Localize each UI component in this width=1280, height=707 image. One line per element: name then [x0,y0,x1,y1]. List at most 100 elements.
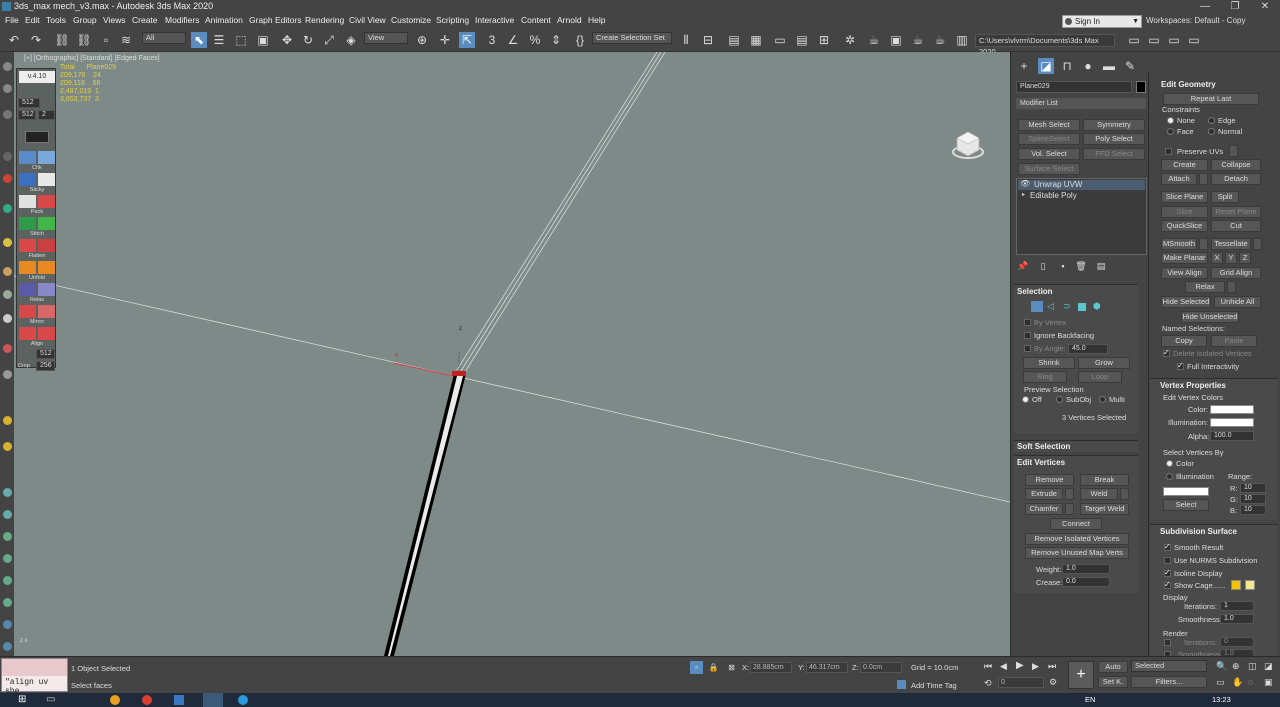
chrome-icon[interactable] [142,695,152,705]
redo-icon[interactable]: ↷ [28,32,44,48]
soft-selection-rollout[interactable]: Soft Selection [1014,440,1138,452]
mesh-select-button[interactable]: Mesh Select [1018,119,1080,131]
texture-size-field-2[interactable]: 512 [18,110,36,120]
msmooth-settings-button[interactable] [1199,238,1208,250]
repeat-last-button[interactable]: Repeat Last [1163,93,1259,105]
range-g-field[interactable]: 10 [1240,494,1266,504]
polygon-mode-icon[interactable] [1078,303,1086,311]
cut-button[interactable]: Cut [1211,220,1261,232]
minimize-button[interactable]: — [1190,0,1220,14]
tool-dot-icon[interactable] [3,576,12,585]
render-online-icon[interactable]: ▥ [954,32,970,48]
split-button[interactable]: Split [1211,191,1239,203]
render-iterations-field[interactable]: 0 [1220,637,1254,647]
tool-dot-icon[interactable] [3,598,12,607]
menu-scripting[interactable]: Scripting [436,15,469,25]
chamfer-button[interactable]: Chamfer [1025,503,1063,515]
goto-start-icon[interactable]: ⏮ [984,661,992,672]
zoom-extents-all-icon[interactable]: ◪ [1264,661,1273,672]
relax-settings-button[interactable] [1227,281,1236,293]
viewport-orthographic[interactable]: z x [+] [Orthographic] [Standard] [Edged… [14,52,1010,656]
hide-unselected-button[interactable]: Hide Unselected [1181,311,1239,323]
attach-button[interactable]: Attach [1161,173,1197,185]
pack-uv-icon[interactable] [19,305,36,318]
tool-dot-icon[interactable] [3,62,12,71]
vertex-properties-title[interactable]: Vertex Properties [1160,381,1226,390]
material-editor-icon[interactable]: ✲ [842,32,858,48]
edit-vertices-title[interactable]: Edit Vertices [1017,458,1065,467]
set-key-icon[interactable]: + [1068,661,1094,689]
bind-space-warp-icon[interactable]: ▫ [98,32,114,48]
preview-off-radio[interactable] [1022,396,1029,403]
z-coordinate-field[interactable]: 0.0cm [860,662,902,673]
remove-unused-map-verts-button[interactable]: Remove Unused Map Verts [1025,547,1129,559]
unfold-icon[interactable] [38,217,55,230]
tool-dot-icon[interactable] [3,84,12,93]
taskbar-app-icon[interactable] [110,695,120,705]
taskbar-app-icon[interactable] [174,695,184,705]
padding-field[interactable]: 2 [38,110,55,120]
mirror-uv-icon[interactable] [19,283,36,296]
vol-select-button[interactable]: Vol. Select [1018,148,1080,160]
menu-arnold[interactable]: Arnold [557,15,582,25]
uv-3d-icon[interactable] [38,173,55,186]
select-by-illumination-radio[interactable] [1166,473,1173,480]
field-of-view-icon[interactable]: ▭ [1216,677,1225,688]
time-config-icon[interactable]: ⚙ [1049,677,1057,688]
constraint-face-radio[interactable] [1167,128,1174,135]
collapse-button[interactable]: Collapse [1211,159,1261,171]
object-color-swatch[interactable] [1136,81,1146,93]
rotate-uv-icon[interactable] [19,261,36,274]
isolate-selection-icon[interactable]: ▫ [690,661,703,674]
tool-dot-icon[interactable] [3,642,12,651]
menu-views[interactable]: Views [103,15,126,25]
tool-dot-icon[interactable] [3,290,12,299]
menu-create[interactable]: Create [132,15,158,25]
select-by-name-icon[interactable]: ☰ [211,32,227,48]
modify-tab-icon[interactable]: ◪ [1038,58,1054,74]
stack-item-unwrap-uvw[interactable]: 👁 Unwrap UVW [1018,179,1145,190]
modifier-list-dropdown[interactable]: Modifier List [1016,98,1146,109]
render-production-icon[interactable]: ☕ [910,32,926,48]
unhide-all-button[interactable]: Unhide All [1214,296,1261,308]
edit-geometry-title[interactable]: Edit Geometry [1161,80,1216,89]
connect-button[interactable]: Connect [1050,518,1102,530]
surface-select-button[interactable]: Surface Select [1018,163,1080,175]
ring-button[interactable]: Ring [1023,371,1067,383]
by-vertex-checkbox[interactable] [1024,319,1031,326]
pack-icon[interactable] [19,195,36,208]
planar-y-button[interactable]: Y [1225,252,1237,264]
modifier-stack[interactable]: 👁 Unwrap UVW ▸ Editable Poly [1016,178,1147,255]
constraint-none-radio[interactable] [1167,117,1174,124]
vertex-illumination-swatch[interactable] [1210,418,1254,427]
telegram-icon[interactable] [238,695,248,705]
zoom-icon[interactable]: 🔍 [1216,661,1227,672]
ps-icon[interactable] [19,173,36,186]
select-object-icon[interactable]: ⬉ [191,32,207,48]
project-folder-path[interactable]: C:\Users\vlvrm\Documents\3ds Max 2020 [975,34,1115,56]
angle-value-field[interactable]: 45.0 [1068,344,1108,354]
break-button[interactable]: Break [1080,474,1129,486]
set-key-button[interactable]: Set K. [1098,676,1128,688]
keyboard-shortcut-toggle-icon[interactable]: ⇱ [459,32,475,48]
relax-2-icon[interactable] [38,239,55,252]
tessellate-settings-button[interactable] [1253,238,1262,250]
selection-filter-dropdown[interactable]: All [142,32,186,44]
rect-selection-icon[interactable]: ⬚ [233,32,249,48]
placement-icon[interactable]: ◈ [343,32,359,48]
cage-color-1-swatch[interactable] [1231,580,1241,590]
menu-tools[interactable]: Tools [46,15,66,25]
auto-key-button[interactable]: Auto [1098,661,1128,673]
weld-settings-button[interactable] [1120,488,1129,500]
maximize-viewport-icon[interactable]: ▣ [1264,677,1273,688]
y-coordinate-field[interactable]: 46.317cm [806,662,848,673]
hierarchy-tab-icon[interactable]: ⊓ [1059,58,1075,74]
bind-icon[interactable]: ≋ [118,32,134,48]
sort-uv-icon[interactable] [38,305,55,318]
snaps-toggle-icon[interactable]: 3 [484,32,500,48]
sticky-icon[interactable] [38,151,55,164]
open-folder-icon[interactable]: ▭ [1166,32,1182,48]
tool-dot-icon[interactable] [3,416,12,425]
render-iterations-checkbox[interactable] [1164,639,1171,646]
tool-dot-icon[interactable] [3,152,12,161]
